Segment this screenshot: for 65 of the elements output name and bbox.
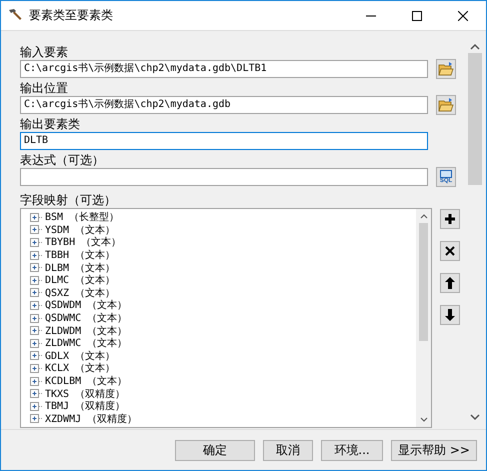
field-item[interactable]: ZLDWDM （文本） [45,324,128,338]
field-item[interactable]: QSXZ （文本） [45,286,116,300]
expand-icon[interactable] [30,212,43,222]
field-item[interactable]: TBBH （文本） [45,248,116,262]
expand-icon[interactable] [30,300,43,310]
field-item[interactable]: DLBM （文本） [45,260,116,275]
field-item[interactable]: QSDWDM （文本） [45,298,128,312]
dialog-button[interactable]: 确定 [175,440,255,460]
expand-icon[interactable] [30,250,43,260]
window-icon [440,170,452,178]
expand-icon[interactable] [30,225,43,234]
browse-button[interactable] [436,95,456,115]
expand-icon[interactable] [30,314,43,323]
input-field[interactable]: C:\arcgis书\示例数据\chp2\mydata.gdb [20,96,428,114]
expand-icon[interactable] [30,364,43,373]
close-icon [458,10,468,20]
expand-icon[interactable] [30,376,43,386]
expand-icon[interactable] [30,276,43,285]
folder-icon [438,62,454,76]
expand-icon[interactable] [30,263,43,272]
scrollbar[interactable] [467,41,483,423]
maximize-icon [412,10,422,20]
field-item[interactable]: TBYBH （文本） [45,235,122,250]
move-down-button[interactable] [440,305,460,325]
add-button[interactable] [440,209,460,229]
expand-icon[interactable] [30,414,43,424]
input-field[interactable] [20,168,428,186]
delete-icon [445,246,455,256]
expand-icon[interactable] [30,338,43,348]
field-item[interactable]: TBMJ （双精度） [45,399,126,414]
field-item[interactable]: YSDM （文本） [45,222,116,237]
expand-icon[interactable] [30,389,43,398]
dialog-button[interactable]: 环境... [321,440,383,460]
browse-button[interactable] [436,59,456,79]
field-label: 字段映射（可选） [20,193,117,207]
expand-icon[interactable] [30,402,43,411]
field-item[interactable]: DLMC （文本） [45,273,116,288]
field-item[interactable]: GDLX （文本） [45,348,116,363]
arrow-down-icon [445,309,455,321]
field-label: 输入要素 [20,45,69,59]
folder-icon [438,98,454,112]
scrollbar[interactable] [416,209,431,427]
field-item[interactable]: BSM （长整型） [45,210,120,224]
move-up-button[interactable] [440,273,460,293]
expand-icon[interactable] [30,238,43,247]
plus-icon [444,213,456,225]
window-title: 要素类至要素类 [29,7,114,24]
field-label: 输出要素类 [20,117,81,131]
field-item[interactable]: KCDLBM （文本） [45,374,128,388]
input-field[interactable]: C:\arcgis书\示例数据\chp2\mydata.gdb\DLTB1 [20,60,428,78]
dialog-button[interactable]: 取消 [263,440,313,460]
expand-icon[interactable] [30,326,43,336]
field-item[interactable]: TKXS （双精度） [45,386,126,401]
arrow-up-icon [445,277,455,289]
field-item[interactable]: KCLX （文本） [45,361,116,376]
field-label: 输出位置 [20,81,69,95]
field-item[interactable]: QSDWMC （文本） [45,311,128,326]
expand-icon[interactable] [30,351,43,360]
field-item[interactable]: ZLDWMC （文本） [45,336,128,350]
input-field[interactable]: DLTB [20,132,428,150]
field-label: 表达式（可选） [20,153,105,167]
delete-button[interactable] [440,241,460,261]
dialog-button[interactable]: 显示帮助 >> [391,440,477,460]
field-item[interactable]: XZDWMJ （双精度） [45,412,138,426]
expand-icon[interactable] [30,288,43,298]
